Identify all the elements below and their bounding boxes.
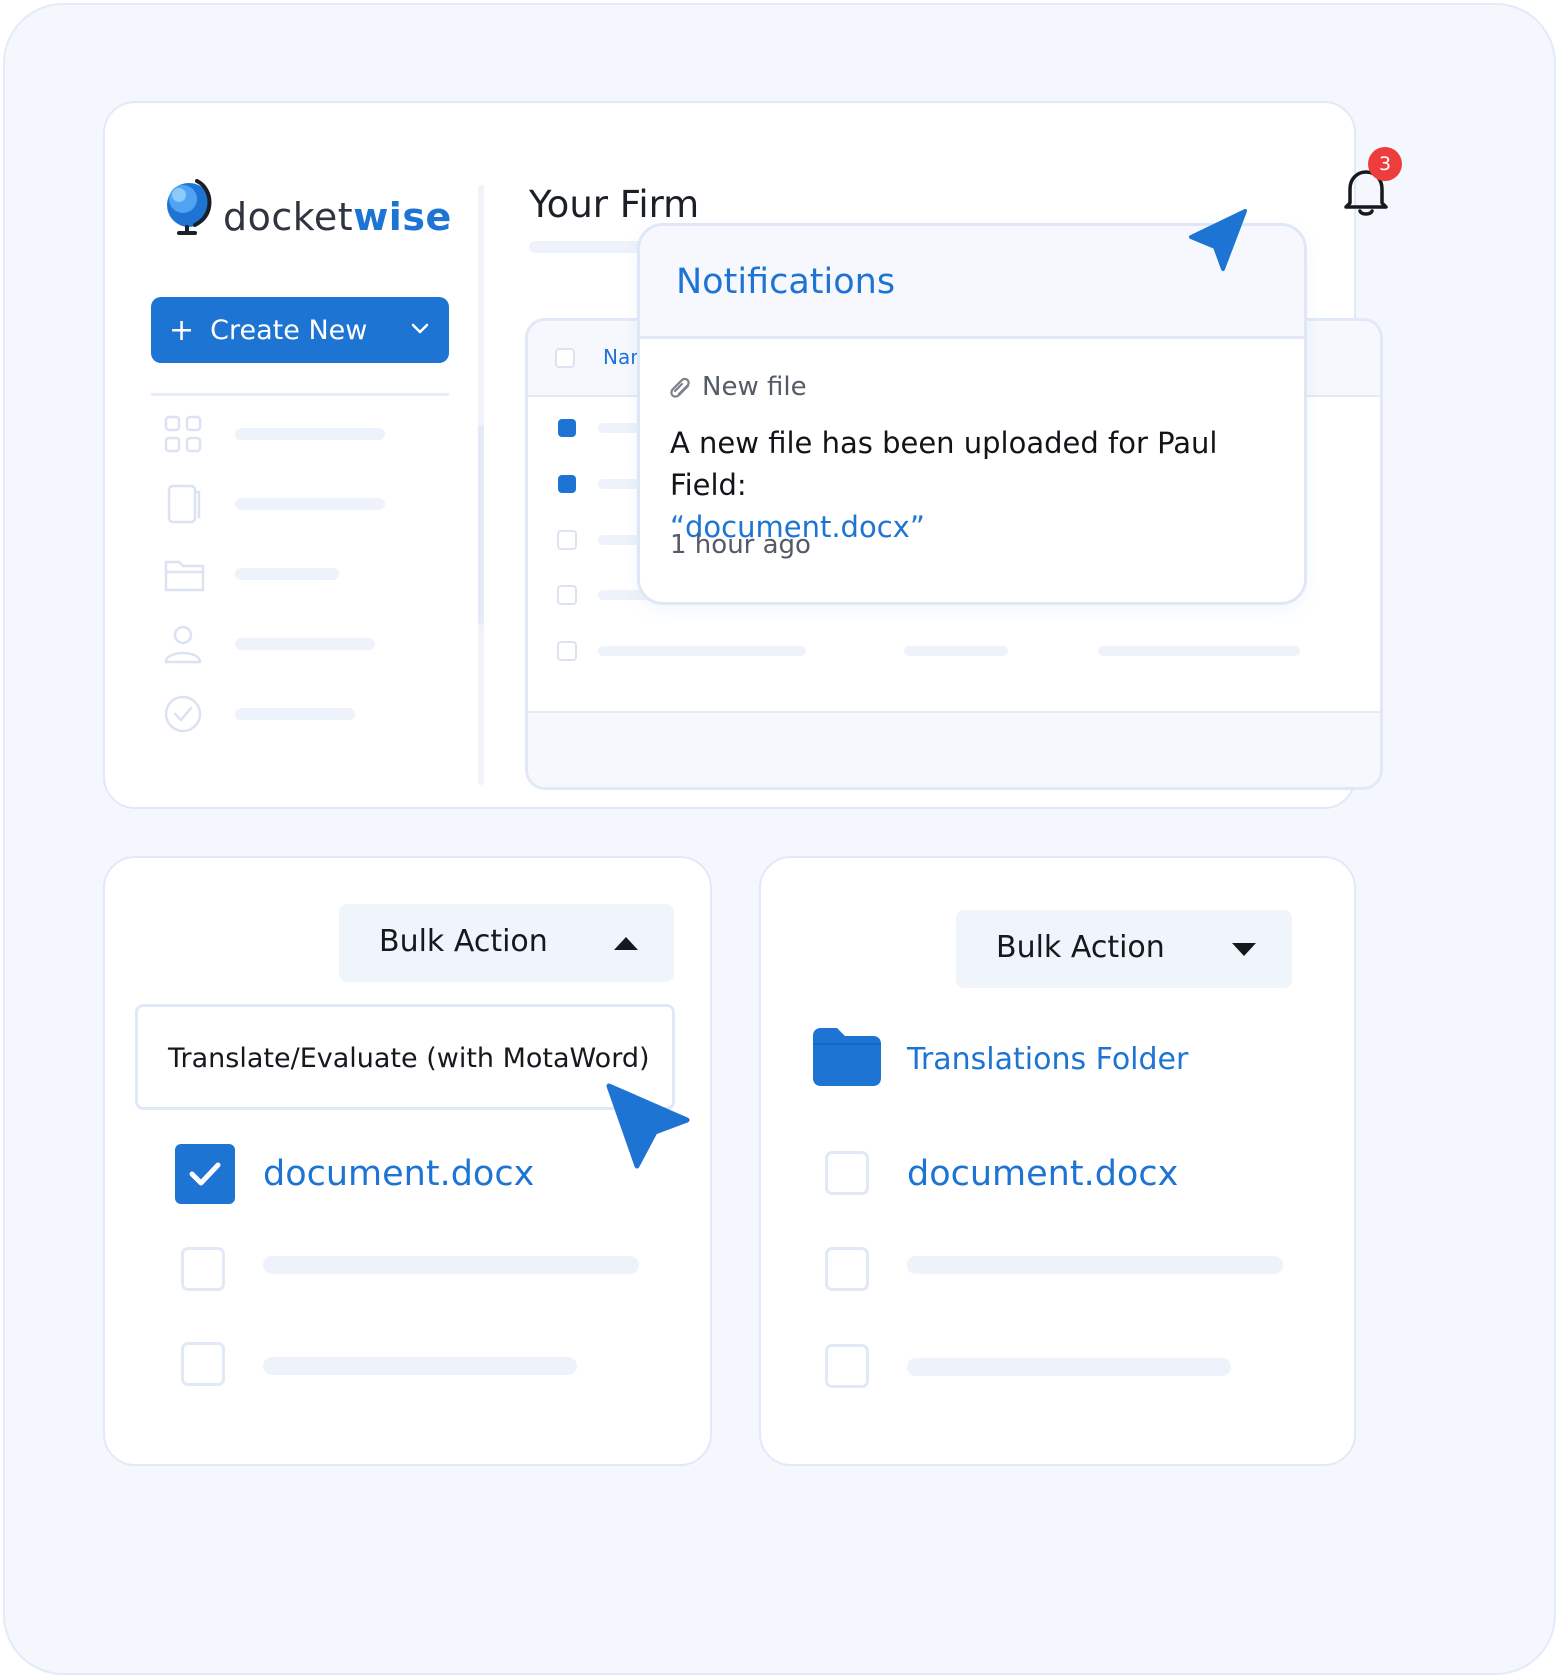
plus-icon: + — [169, 312, 195, 348]
bulk-action-label: Bulk Action — [379, 924, 548, 959]
bulk-action-open-card: Bulk Action Translate/Evaluate (with Mot… — [103, 856, 712, 1466]
menu-item-translate-evaluate[interactable]: Translate/Evaluate (with MotaWord) — [135, 1004, 675, 1110]
create-new-button[interactable]: + Create New — [151, 297, 449, 363]
row-placeholder — [907, 1256, 1283, 1274]
logo-globe-icon — [167, 179, 212, 235]
cursor-pointer-icon — [606, 1083, 690, 1169]
bulk-action-label: Bulk Action — [996, 930, 1165, 965]
table-footer — [528, 711, 1380, 787]
bulk-action-closed-card: Bulk Action Translations Folder document… — [759, 856, 1356, 1466]
logo-wordmark: docketwise — [223, 195, 452, 239]
row-checkbox[interactable] — [557, 585, 577, 605]
row-checkbox[interactable] — [825, 1344, 869, 1388]
caret-down-icon — [1232, 943, 1256, 956]
notification-type: New file — [702, 372, 807, 402]
row-checkbox[interactable] — [181, 1342, 225, 1386]
chevron-down-icon — [411, 323, 429, 334]
paperclip-icon — [670, 377, 690, 398]
row-placeholder — [1098, 646, 1300, 656]
notification-count-badge: 3 — [1368, 147, 1402, 181]
notifications-title: Notifications — [676, 262, 896, 302]
subtitle-placeholder — [529, 241, 651, 253]
check-circle-icon — [164, 695, 202, 733]
sidebar-item-placeholder — [235, 638, 375, 650]
row-placeholder — [904, 646, 1008, 656]
logo-prefix: docket — [223, 195, 354, 239]
scrollbar-thumb[interactable] — [478, 425, 484, 625]
select-all-checkbox[interactable] — [555, 348, 575, 368]
row-checkbox[interactable] — [557, 530, 577, 550]
folder-outline-icon — [164, 560, 205, 592]
row-checkbox[interactable] — [825, 1151, 869, 1195]
translations-folder-link[interactable]: Translations Folder — [907, 1042, 1188, 1077]
caret-up-icon — [614, 937, 638, 950]
menu-item-label: Translate/Evaluate (with MotaWord) — [168, 1043, 650, 1074]
bulk-action-dropdown[interactable]: Bulk Action — [956, 910, 1292, 988]
create-new-label: Create New — [210, 314, 368, 346]
row-checkbox[interactable] — [181, 1247, 225, 1291]
sidebar-item-documents[interactable] — [163, 479, 423, 529]
sidebar-item-placeholder — [235, 708, 355, 720]
sidebar-item-folders[interactable] — [163, 549, 423, 599]
document-name[interactable]: document.docx — [907, 1154, 1178, 1194]
sidebar-divider — [151, 393, 449, 396]
row-placeholder — [598, 646, 806, 656]
row-placeholder — [263, 1256, 639, 1274]
row-checkbox[interactable] — [825, 1247, 869, 1291]
checkmark-icon — [189, 1162, 221, 1186]
document-icon — [167, 484, 201, 524]
notification-timestamp: 1 hour ago — [670, 530, 811, 560]
logo-suffix: wise — [353, 195, 452, 239]
sidebar-item-placeholder — [235, 498, 385, 510]
sidebar-scrollbar[interactable] — [478, 185, 484, 785]
row-placeholder — [263, 1357, 577, 1375]
sidebar-item-contacts[interactable] — [163, 619, 423, 669]
row-checkbox[interactable] — [558, 475, 576, 493]
row-placeholder — [907, 1358, 1231, 1376]
bulk-action-dropdown[interactable]: Bulk Action — [339, 904, 674, 982]
document-name[interactable]: document.docx — [263, 1154, 534, 1194]
app-window: docketwise + Create New Your Firm Name 3… — [103, 101, 1402, 809]
grid-icon — [164, 415, 202, 453]
page-title: Your Firm — [529, 183, 700, 226]
sidebar-item-dashboard[interactable] — [163, 409, 423, 459]
user-icon — [164, 625, 202, 664]
cursor-pointer-icon — [1189, 209, 1247, 271]
row-checkbox[interactable] — [558, 419, 576, 437]
row-checkbox[interactable] — [557, 641, 577, 661]
document-checkbox-checked[interactable] — [175, 1144, 235, 1204]
sidebar-item-placeholder — [235, 568, 339, 580]
notifications-panel: Notifications New file A new file has be… — [637, 223, 1307, 605]
sidebar-item-tasks[interactable] — [163, 689, 423, 739]
sidebar-item-placeholder — [235, 428, 385, 440]
folder-icon — [813, 1028, 881, 1086]
notification-text: A new file has been uploaded for Paul Fi… — [670, 426, 1218, 502]
